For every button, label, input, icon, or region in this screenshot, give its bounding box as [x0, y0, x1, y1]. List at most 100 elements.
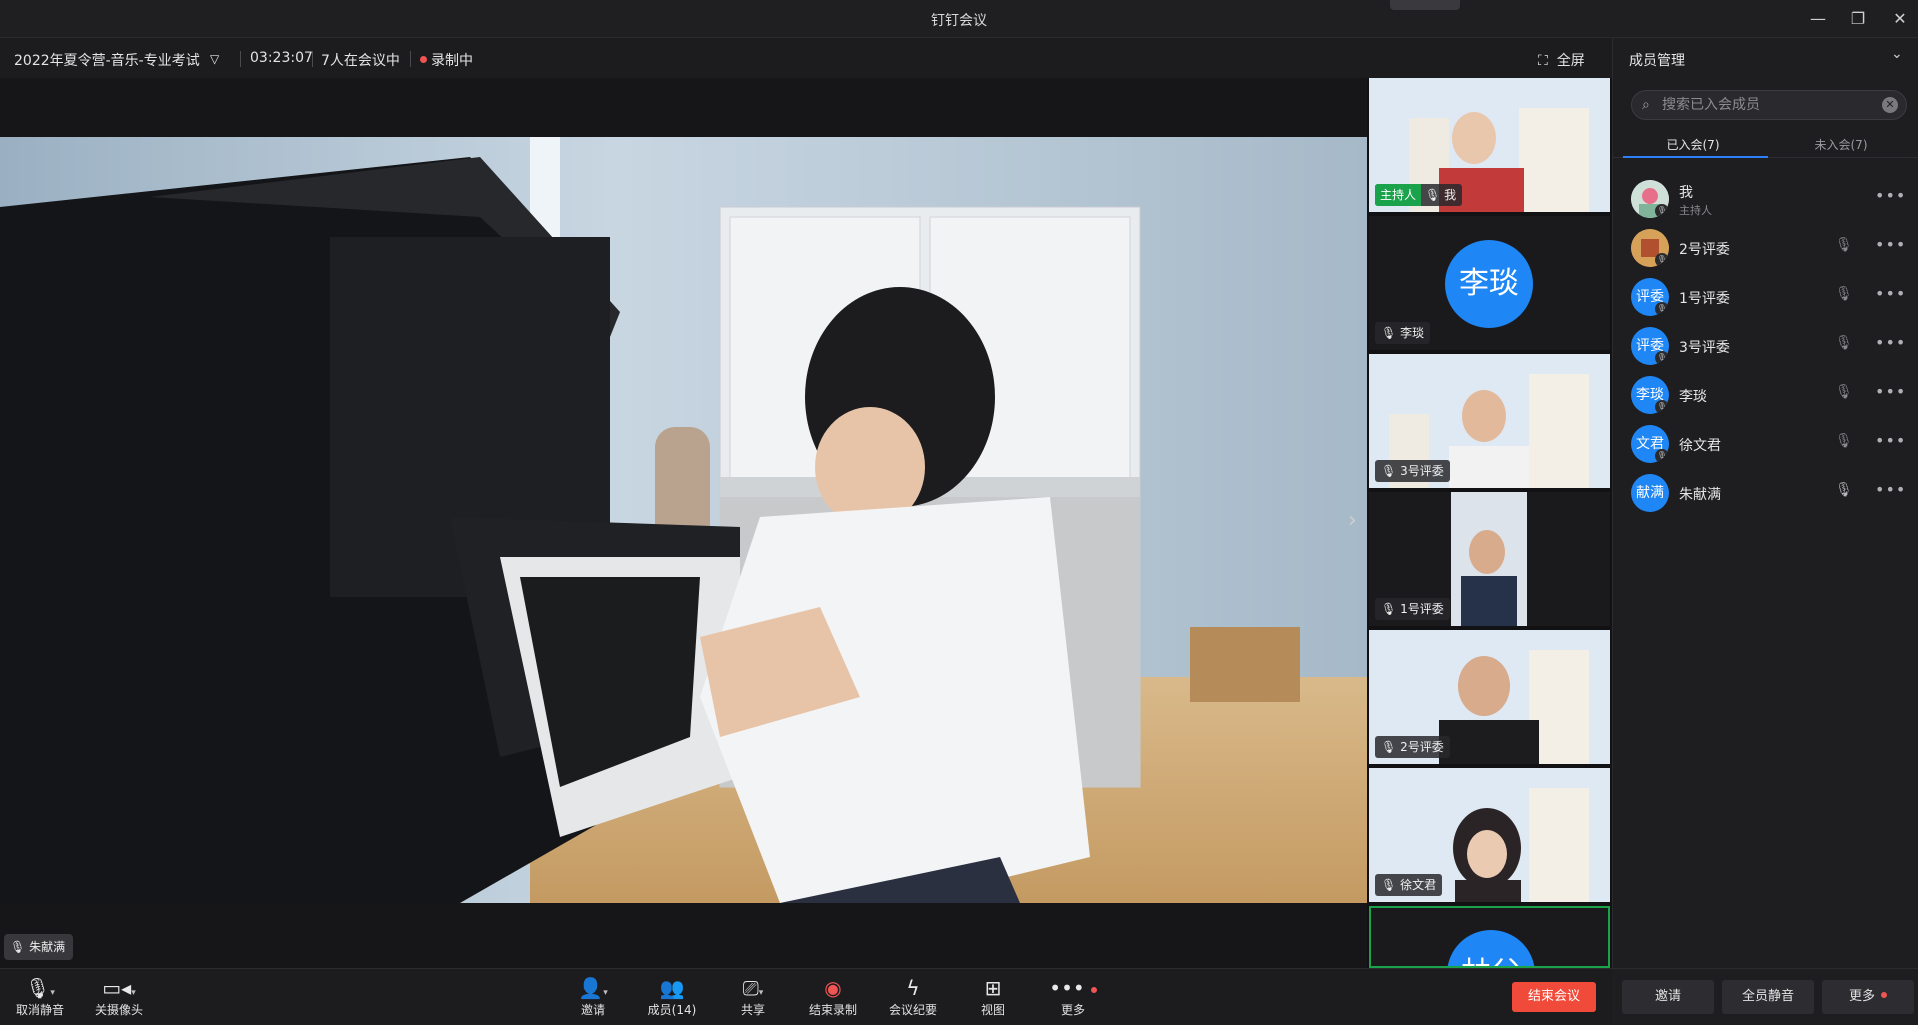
participant-tile[interactable]: 🎙 2号评委	[1369, 630, 1610, 764]
tile-label: 🎙 1号评委	[1375, 598, 1450, 620]
member-name: 1号评委	[1679, 291, 1730, 307]
fullscreen-button[interactable]: ⛶ 全屏	[1538, 50, 1585, 70]
camera-off-button[interactable]: ▭◂▾ 关摄像头	[84, 975, 154, 1018]
tile-name: 2号评委	[1400, 740, 1444, 754]
panel-invite-button[interactable]: 邀请	[1622, 980, 1714, 1014]
more-button[interactable]: ••• 更多	[1038, 975, 1108, 1018]
muted-mic-icon[interactable]: 🎙	[1835, 286, 1853, 302]
add-user-icon: 👤▾	[578, 976, 608, 1000]
member-name: 朱献满	[1679, 487, 1721, 503]
member-panel: 成员管理 ⌄ ⌕ ✕ 已入会(7) 未入会(7) 🎙 我 主持人 ••• 🎙 2…	[1612, 38, 1918, 1025]
search-input[interactable]	[1662, 95, 1862, 115]
muted-mic-icon[interactable]: 🎙	[1835, 335, 1853, 351]
more-options-icon[interactable]: •••	[1875, 480, 1906, 499]
title-bar: 钉钉会议 — ❐ ✕	[0, 0, 1918, 38]
tile-label: 主持人 🎙 我	[1375, 184, 1463, 206]
member-row[interactable]: 🎙 我 主持人 •••	[1613, 172, 1918, 221]
tab-joined[interactable]: 已入会(7)	[1623, 136, 1763, 153]
avatar: 文君 🎙	[1631, 425, 1669, 463]
unmute-button[interactable]: 🎙▾ 取消静音	[5, 975, 75, 1018]
panel-more-button[interactable]: 更多	[1822, 980, 1914, 1014]
main-video[interactable]	[0, 137, 1367, 903]
muted-mic-icon: 🎙	[1381, 464, 1397, 478]
window-grip[interactable]	[1390, 0, 1460, 10]
invite-button[interactable]: 👤▾ 邀请	[558, 975, 628, 1018]
tile-label: 🎙 3号评委	[1375, 460, 1450, 482]
member-row[interactable]: 🎙 2号评委 🎙 •••	[1613, 221, 1918, 270]
mic-badge-icon: 🎙	[1655, 204, 1669, 218]
avatar: 林父吉	[1447, 930, 1535, 966]
participant-tile[interactable]: 李琰 🎙 李琰	[1369, 216, 1610, 350]
more-options-icon[interactable]: •••	[1875, 284, 1906, 303]
avatar: 🎙	[1631, 229, 1669, 267]
camera-icon: ▭◂▾	[102, 976, 136, 1000]
mic-badge-icon: 🎙	[1655, 400, 1669, 414]
tile-name: 徐文君	[1400, 878, 1437, 892]
muted-mic-icon[interactable]: 🎙	[1835, 384, 1853, 400]
member-row[interactable]: 评委 🎙 1号评委 🎙 •••	[1613, 270, 1918, 319]
more-options-icon[interactable]: •••	[1875, 431, 1906, 450]
members-label: 成员(14)	[647, 1003, 697, 1017]
participant-tile[interactable]: 🎙 徐文君	[1369, 768, 1610, 902]
chevron-down-icon[interactable]: ⌄	[1891, 46, 1903, 62]
tile-label: 🎙 2号评委	[1375, 736, 1450, 758]
minimize-icon[interactable]: —	[1805, 8, 1831, 30]
member-row[interactable]: 文君 🎙 徐文君 🎙 •••	[1613, 417, 1918, 466]
recording-dot-icon	[420, 56, 427, 63]
divider	[312, 51, 313, 67]
muted-mic-icon: 🎙▾	[25, 976, 55, 1000]
mic-badge-icon: 🎙	[1655, 449, 1669, 463]
muted-mic-icon[interactable]: 🎙	[1835, 433, 1853, 449]
view-button[interactable]: ⊞ 视图	[958, 975, 1028, 1018]
member-name: 3号评委	[1679, 340, 1730, 356]
end-meeting-button[interactable]: 结束会议	[1512, 982, 1596, 1012]
next-page-icon[interactable]: ›	[1348, 508, 1357, 533]
close-icon[interactable]: ✕	[1887, 8, 1913, 30]
muted-mic-icon[interactable]: 🎙	[1835, 237, 1853, 253]
member-role: 主持人	[1679, 204, 1712, 217]
more-options-icon[interactable]: •••	[1875, 382, 1906, 401]
fullscreen-icon: ⛶	[1538, 53, 1548, 69]
notification-dot	[1881, 992, 1887, 998]
clear-icon[interactable]: ✕	[1882, 97, 1898, 113]
more-options-icon[interactable]: •••	[1875, 235, 1906, 254]
avatar: 🎙	[1631, 180, 1669, 218]
avatar: 李琰	[1445, 240, 1533, 328]
more-icon: •••	[1038, 975, 1108, 1001]
microphone-icon[interactable]: 🎙	[1835, 482, 1853, 498]
member-name: 徐文君	[1679, 438, 1721, 454]
share-button[interactable]: ⎚▾ 共享	[718, 975, 788, 1018]
minutes-button[interactable]: ϟ 会议纪要	[878, 975, 948, 1018]
recording-label: 录制中	[431, 53, 473, 69]
panel-actions: 邀请 全员静音 更多	[1612, 968, 1918, 1025]
speaker-name: 朱献满	[29, 940, 66, 954]
participant-tile-active[interactable]: 林父吉	[1369, 906, 1610, 968]
tile-name: 1号评委	[1400, 602, 1444, 616]
tab-not-joined[interactable]: 未入会(7)	[1771, 136, 1911, 153]
search-icon: ⌕	[1642, 97, 1650, 113]
participant-tile[interactable]: 🎙 1号评委	[1369, 492, 1610, 626]
fullscreen-label: 全屏	[1556, 53, 1585, 69]
meeting-duration: 03:23:07	[250, 50, 313, 66]
member-row[interactable]: 献满 朱献满 🎙 •••	[1613, 466, 1918, 515]
divider	[410, 51, 411, 67]
meeting-name[interactable]: 2022年夏令营-音乐-专业考试	[14, 50, 200, 70]
minutes-icon: ϟ	[906, 976, 920, 1000]
member-name: 我	[1679, 185, 1693, 201]
participant-tile[interactable]: 主持人 🎙 我	[1369, 78, 1610, 212]
participant-tile[interactable]: 🎙 3号评委	[1369, 354, 1610, 488]
record-icon: ◉	[824, 976, 842, 1000]
chevron-down-icon[interactable]: ▽	[210, 52, 219, 66]
more-options-icon[interactable]: •••	[1875, 333, 1906, 352]
stop-recording-button[interactable]: ◉ 结束录制	[798, 975, 868, 1018]
member-row[interactable]: 评委 🎙 3号评委 🎙 •••	[1613, 319, 1918, 368]
member-name: 2号评委	[1679, 242, 1730, 258]
share-screen-icon: ⎚▾	[742, 976, 764, 1000]
restore-icon[interactable]: ❐	[1845, 8, 1871, 30]
mute-all-button[interactable]: 全员静音	[1722, 980, 1814, 1014]
muted-mic-icon: 🎙	[1381, 878, 1397, 892]
member-row[interactable]: 李琰 🎙 李琰 🎙 •••	[1613, 368, 1918, 417]
members-button[interactable]: 👥 成员(14)	[637, 975, 707, 1018]
share-label: 共享	[740, 1003, 765, 1017]
more-options-icon[interactable]: •••	[1875, 186, 1906, 205]
